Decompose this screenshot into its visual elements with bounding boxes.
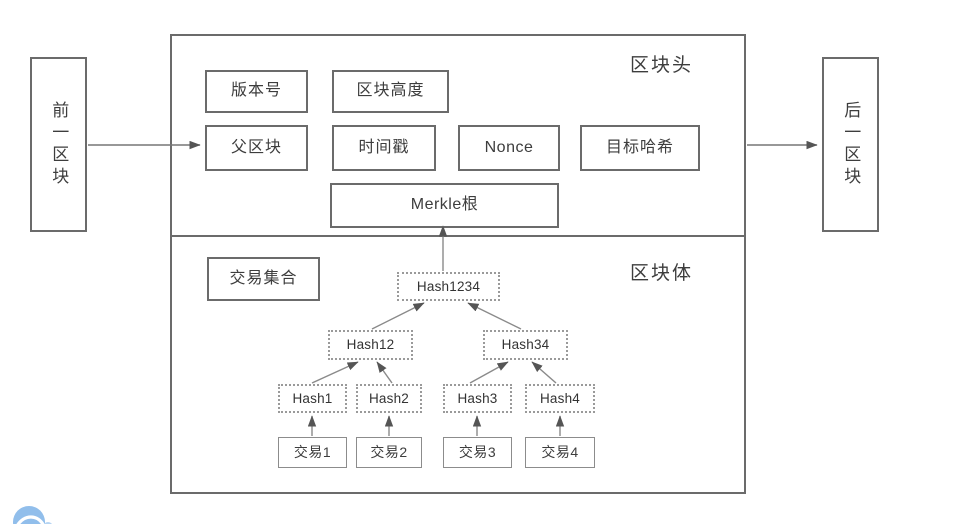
merkle-node-hash1234: Hash1234 (397, 272, 500, 301)
watermark-logo-icon (13, 506, 52, 524)
transaction-node-1: 交易1 (278, 437, 347, 468)
next-block-label: 后一区块 (841, 100, 861, 189)
transaction-node-2-label: 交易2 (370, 444, 408, 461)
field-merkle-root-label: Merkle根 (410, 196, 479, 214)
field-target-hash-label: 目标哈希 (605, 138, 674, 156)
diagram-canvas: 前一区块 后一区块 区块头 区块体 版本号 区块高度 父区块 时间戳 Nonce… (0, 0, 966, 524)
merkle-node-hash34: Hash34 (483, 330, 568, 360)
field-merkle-root: Merkle根 (330, 183, 559, 228)
field-version-label: 版本号 (230, 82, 282, 100)
merkle-node-hash1234-label: Hash1234 (416, 278, 481, 294)
field-block-height-label: 区块高度 (356, 82, 425, 100)
field-target-hash: 目标哈希 (580, 125, 700, 171)
field-timestamp: 时间戳 (332, 125, 436, 171)
transaction-node-4-label: 交易4 (541, 444, 579, 461)
block-header-caption: 区块头 (630, 55, 694, 76)
merkle-leaf-hash3-label: Hash3 (457, 390, 498, 406)
field-parent-block: 父区块 (205, 125, 308, 171)
field-nonce-label: Nonce (484, 138, 534, 156)
field-parent-block-label: 父区块 (230, 138, 282, 156)
previous-block-label: 前一区块 (49, 100, 69, 189)
next-block-node: 后一区块 (822, 57, 879, 232)
merkle-leaf-hash3: Hash3 (443, 384, 512, 413)
merkle-leaf-hash2: Hash2 (356, 384, 422, 413)
merkle-leaf-hash2-label: Hash2 (368, 390, 410, 406)
previous-block-node: 前一区块 (30, 57, 87, 232)
merkle-leaf-hash1-label: Hash1 (292, 390, 333, 406)
merkle-node-hash34-label: Hash34 (501, 337, 550, 353)
transaction-node-1-label: 交易1 (293, 444, 332, 461)
merkle-node-hash12: Hash12 (328, 330, 413, 360)
transaction-node-3-label: 交易3 (458, 444, 497, 461)
block-body-caption: 区块体 (630, 263, 694, 284)
transaction-set-label: 交易集合 (229, 269, 298, 287)
merkle-leaf-hash4-label: Hash4 (539, 390, 581, 406)
field-nonce: Nonce (458, 125, 560, 171)
merkle-node-hash12-label: Hash12 (346, 337, 395, 353)
transaction-node-3: 交易3 (443, 437, 512, 468)
merkle-leaf-hash4: Hash4 (525, 384, 595, 413)
field-block-height: 区块高度 (332, 70, 449, 113)
transaction-node-2: 交易2 (356, 437, 422, 468)
field-version: 版本号 (205, 70, 308, 113)
merkle-leaf-hash1: Hash1 (278, 384, 347, 413)
field-timestamp-label: 时间戳 (358, 138, 410, 156)
header-body-divider (170, 235, 746, 237)
transaction-node-4: 交易4 (525, 437, 595, 468)
transaction-set-box: 交易集合 (207, 257, 320, 301)
